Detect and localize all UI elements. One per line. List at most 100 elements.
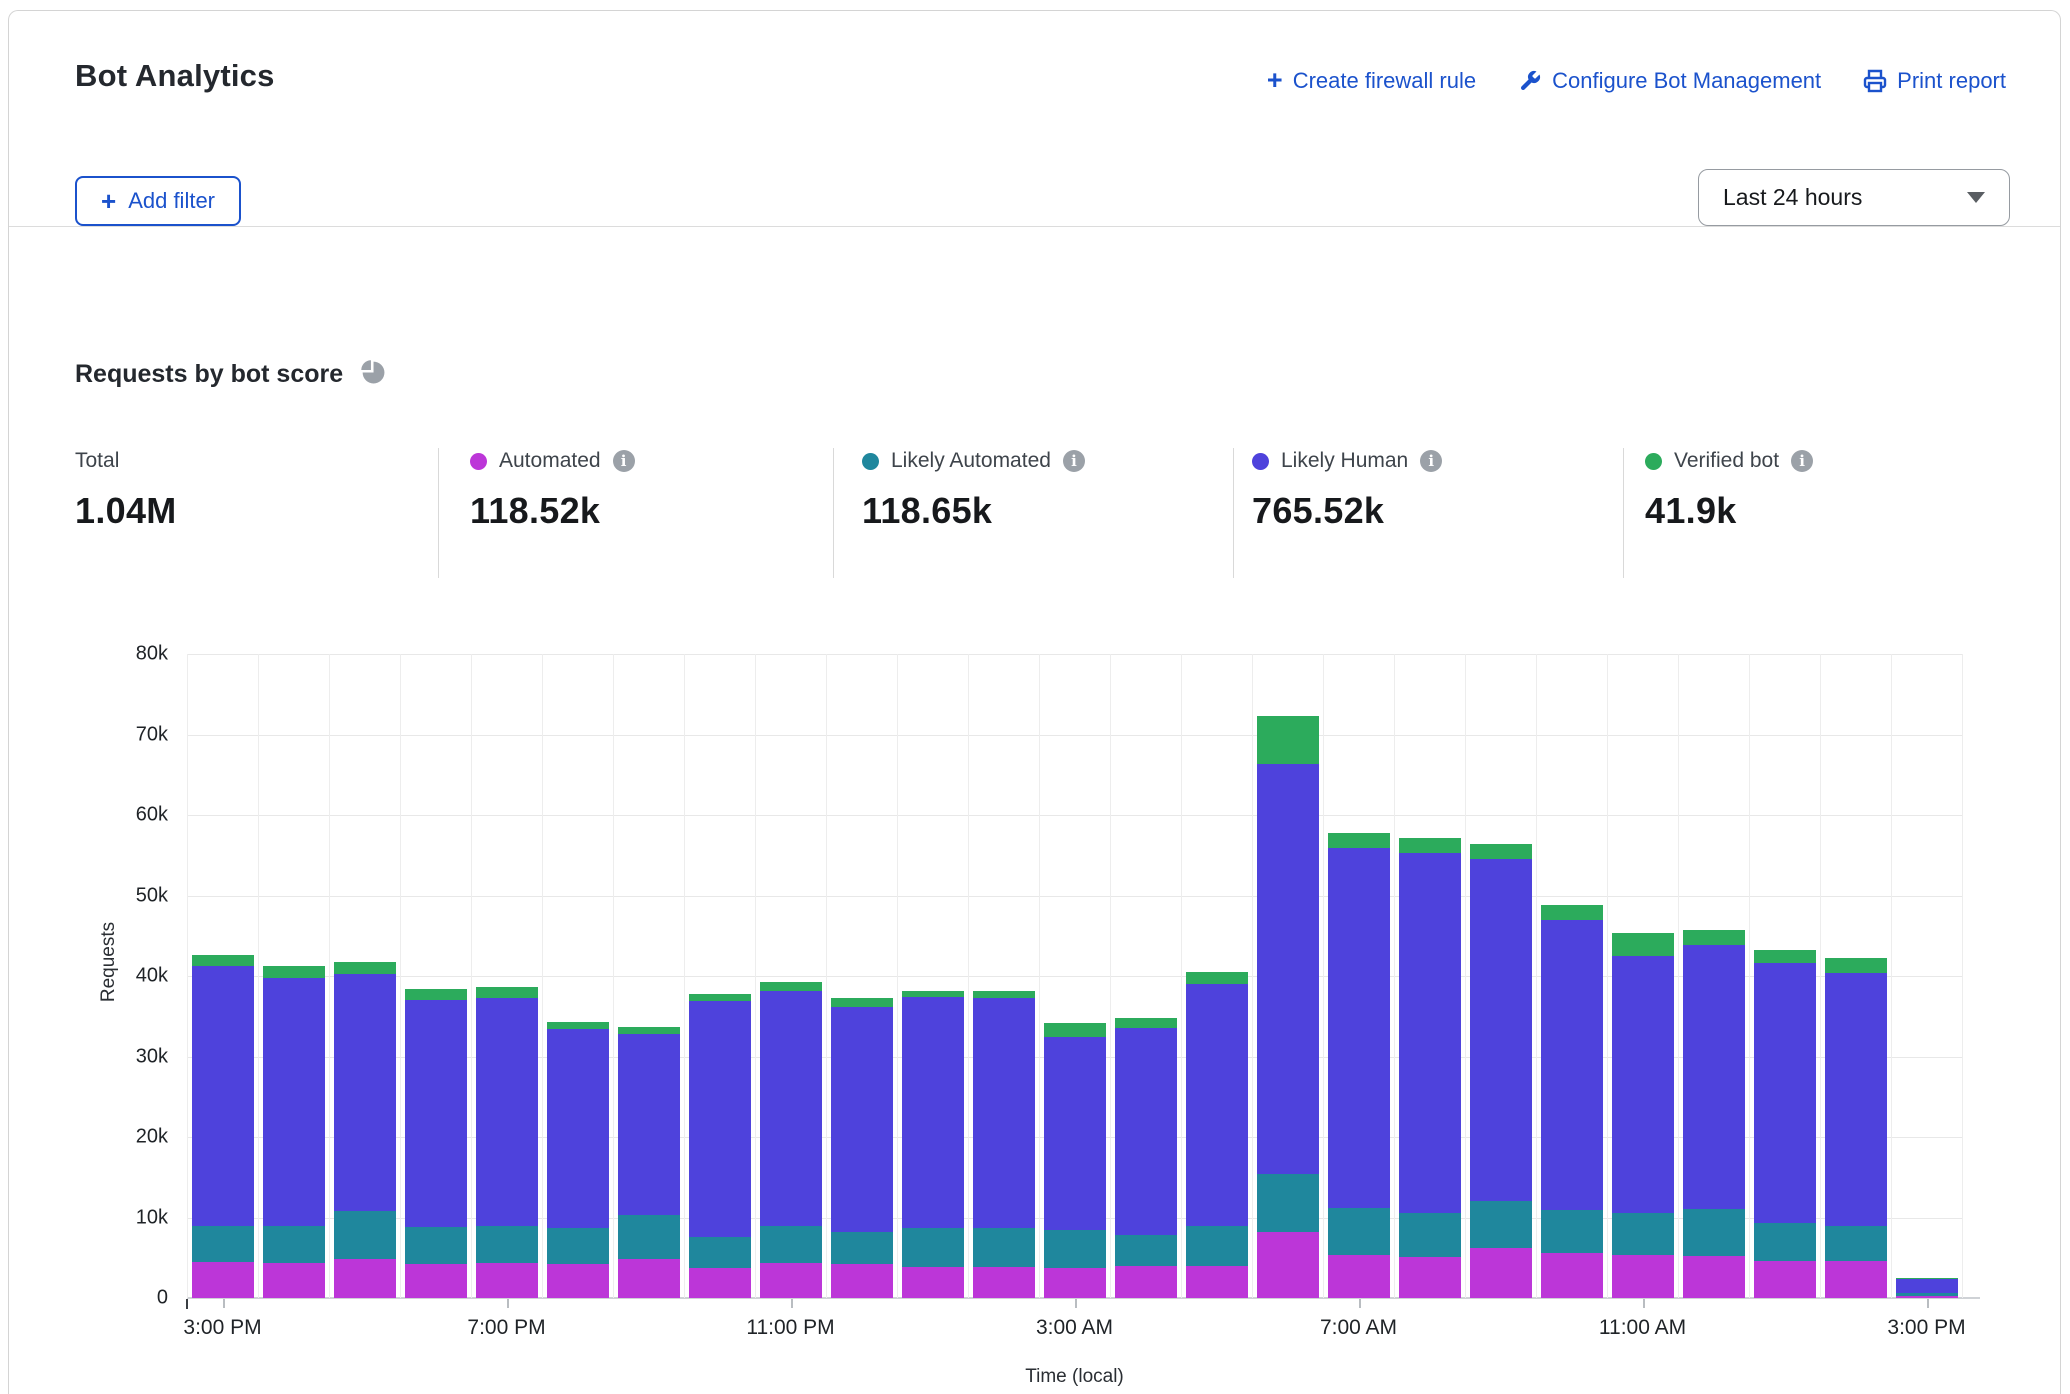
bar-segment-automated[interactable] (831, 1264, 893, 1298)
bar-segment-verified_bot[interactable] (1257, 716, 1319, 763)
bar-segment-automated[interactable] (1399, 1257, 1461, 1298)
bar-segment-automated[interactable] (618, 1259, 680, 1298)
bar-segment-verified_bot[interactable] (1612, 933, 1674, 956)
bar-segment-likely_automated[interactable] (263, 1226, 325, 1263)
bar-segment-verified_bot[interactable] (1683, 930, 1745, 945)
bar-segment-likely_human[interactable] (1896, 1279, 1958, 1293)
bar[interactable] (192, 955, 254, 1298)
info-icon[interactable]: i (613, 450, 635, 472)
bar-segment-likely_automated[interactable] (1683, 1209, 1745, 1256)
bar-segment-automated[interactable] (1470, 1248, 1532, 1298)
bar[interactable] (1683, 930, 1745, 1298)
bar-segment-verified_bot[interactable] (689, 994, 751, 1001)
bar[interactable] (760, 982, 822, 1298)
bar-segment-automated[interactable] (263, 1263, 325, 1298)
bar-segment-automated[interactable] (1044, 1268, 1106, 1298)
bar[interactable] (263, 966, 325, 1298)
bar-segment-likely_human[interactable] (263, 978, 325, 1226)
bar-segment-automated[interactable] (1754, 1261, 1816, 1298)
bar-segment-likely_automated[interactable] (973, 1228, 1035, 1267)
bar-segment-automated[interactable] (547, 1264, 609, 1298)
bar[interactable] (547, 1022, 609, 1298)
bar-segment-verified_bot[interactable] (1186, 972, 1248, 984)
bar[interactable] (831, 998, 893, 1298)
bar-segment-likely_human[interactable] (547, 1029, 609, 1228)
bar[interactable] (1328, 833, 1390, 1298)
bar-segment-likely_automated[interactable] (760, 1226, 822, 1263)
bar-segment-automated[interactable] (1896, 1296, 1958, 1298)
bar-segment-likely_automated[interactable] (1328, 1208, 1390, 1255)
bar-segment-likely_human[interactable] (618, 1034, 680, 1215)
bar-segment-automated[interactable] (334, 1259, 396, 1298)
bar-segment-likely_human[interactable] (1470, 859, 1532, 1200)
bar-segment-likely_human[interactable] (760, 991, 822, 1226)
bar-segment-likely_human[interactable] (1186, 984, 1248, 1226)
bar-segment-automated[interactable] (689, 1268, 751, 1298)
bar-segment-verified_bot[interactable] (547, 1022, 609, 1029)
bar-segment-likely_human[interactable] (476, 998, 538, 1226)
bar-segment-verified_bot[interactable] (334, 962, 396, 974)
bar-segment-verified_bot[interactable] (618, 1027, 680, 1034)
bar-segment-likely_human[interactable] (831, 1007, 893, 1232)
bar-segment-verified_bot[interactable] (1825, 958, 1887, 972)
bar-segment-likely_automated[interactable] (1257, 1174, 1319, 1232)
bar-segment-likely_automated[interactable] (1470, 1201, 1532, 1248)
bar-segment-likely_automated[interactable] (476, 1226, 538, 1263)
bar-segment-verified_bot[interactable] (831, 998, 893, 1007)
bar-segment-verified_bot[interactable] (1044, 1023, 1106, 1037)
bar-segment-likely_human[interactable] (1612, 956, 1674, 1213)
bar-segment-likely_human[interactable] (1825, 973, 1887, 1226)
bar[interactable] (973, 991, 1035, 1298)
add-filter-button[interactable]: + Add filter (75, 176, 241, 226)
bar-segment-likely_automated[interactable] (192, 1226, 254, 1262)
create-firewall-rule-link[interactable]: + Create firewall rule (1267, 67, 1476, 94)
bar-segment-automated[interactable] (1683, 1256, 1745, 1298)
bar-segment-verified_bot[interactable] (1115, 1018, 1177, 1028)
bar[interactable] (334, 962, 396, 1298)
bar-segment-likely_human[interactable] (334, 974, 396, 1211)
bar-segment-likely_automated[interactable] (831, 1232, 893, 1264)
bar-segment-likely_automated[interactable] (405, 1227, 467, 1264)
bar-segment-likely_automated[interactable] (689, 1237, 751, 1268)
bar-segment-automated[interactable] (760, 1263, 822, 1298)
bar-segment-likely_automated[interactable] (1825, 1226, 1887, 1261)
bar[interactable] (1115, 1018, 1177, 1298)
bar-segment-verified_bot[interactable] (1754, 950, 1816, 963)
bar[interactable] (1044, 1023, 1106, 1298)
bar[interactable] (405, 989, 467, 1298)
bar-segment-likely_human[interactable] (1115, 1028, 1177, 1235)
bar-segment-automated[interactable] (1825, 1261, 1887, 1298)
bar-segment-verified_bot[interactable] (1541, 905, 1603, 919)
info-icon[interactable]: i (1420, 450, 1442, 472)
bar-segment-likely_human[interactable] (1754, 963, 1816, 1223)
bar-segment-likely_human[interactable] (1044, 1037, 1106, 1229)
bar-segment-automated[interactable] (1186, 1266, 1248, 1298)
bar[interactable] (1470, 844, 1532, 1298)
bar-segment-automated[interactable] (405, 1264, 467, 1298)
bar-segment-likely_human[interactable] (1683, 945, 1745, 1209)
print-report-link[interactable]: Print report (1863, 68, 2006, 94)
bar-segment-verified_bot[interactable] (1399, 838, 1461, 853)
bar[interactable] (1257, 716, 1319, 1298)
bar-segment-automated[interactable] (192, 1262, 254, 1298)
bar-segment-verified_bot[interactable] (1328, 833, 1390, 848)
bar-segment-automated[interactable] (1257, 1232, 1319, 1298)
bar-segment-likely_human[interactable] (405, 1000, 467, 1227)
bar[interactable] (1399, 838, 1461, 1298)
time-range-select[interactable]: Last 24 hours (1698, 169, 2010, 226)
bar-segment-likely_human[interactable] (1257, 764, 1319, 1175)
bar[interactable] (1896, 1278, 1958, 1298)
bar-segment-likely_human[interactable] (689, 1001, 751, 1237)
bar-segment-automated[interactable] (1328, 1255, 1390, 1298)
bar-segment-verified_bot[interactable] (405, 989, 467, 1000)
info-icon[interactable]: i (1063, 450, 1085, 472)
bar-segment-likely_human[interactable] (973, 998, 1035, 1228)
bar-segment-automated[interactable] (973, 1267, 1035, 1298)
bar-segment-likely_human[interactable] (1328, 848, 1390, 1208)
bar-segment-automated[interactable] (1541, 1253, 1603, 1298)
bar-segment-likely_automated[interactable] (902, 1228, 964, 1267)
bar[interactable] (902, 991, 964, 1298)
bar-segment-likely_automated[interactable] (618, 1215, 680, 1258)
bar-segment-likely_automated[interactable] (334, 1211, 396, 1259)
bar-segment-automated[interactable] (1115, 1266, 1177, 1298)
